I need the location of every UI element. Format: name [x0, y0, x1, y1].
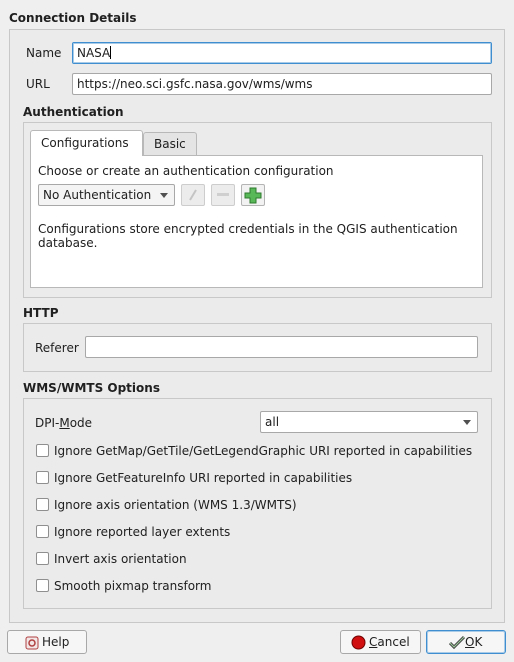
- chevron-down-icon: [463, 420, 471, 425]
- checkmark-icon: [449, 635, 465, 650]
- help-button[interactable]: Help: [7, 630, 87, 654]
- ok-label: OK: [465, 635, 483, 649]
- tab-basic[interactable]: Basic: [143, 132, 197, 155]
- url-input[interactable]: https://neo.sci.gsfc.nasa.gov/wms/wms: [72, 73, 492, 95]
- connection-details-title: Connection Details: [9, 11, 137, 25]
- cancel-button[interactable]: Cancel: [340, 630, 421, 654]
- help-icon: [25, 636, 39, 650]
- text-caret: [110, 46, 112, 59]
- url-label: URL: [26, 77, 50, 91]
- ignore-axis-orientation-checkbox[interactable]: [36, 498, 49, 511]
- dpi-mode-label: DPI-Mode: [35, 416, 93, 430]
- referer-input[interactable]: [85, 336, 478, 358]
- ok-button[interactable]: OK: [426, 630, 506, 654]
- cancel-label: Cancel: [369, 635, 410, 649]
- auth-choose-text: Choose or create an authentication confi…: [38, 164, 334, 178]
- ignore-getfeatureinfo-checkbox[interactable]: [36, 471, 49, 484]
- remove-icon: [217, 193, 229, 196]
- auth-config-select[interactable]: No Authentication: [38, 184, 175, 206]
- ignore-axis-orientation-label: Ignore axis orientation (WMS 1.3/WMTS): [54, 498, 297, 512]
- ignore-getfeatureinfo-label: Ignore GetFeatureInfo URI reported in ca…: [54, 471, 353, 485]
- cancel-icon: [351, 635, 366, 650]
- pencil-icon: [189, 189, 197, 201]
- add-config-button[interactable]: [241, 184, 265, 206]
- authentication-title: Authentication: [23, 105, 124, 119]
- dpi-mode-select[interactable]: all: [260, 411, 478, 433]
- auth-info-text: Configurations store encrypted credentia…: [38, 222, 458, 250]
- ignore-layer-extents-label: Ignore reported layer extents: [54, 525, 231, 539]
- invert-axis-orientation-checkbox[interactable]: [36, 552, 49, 565]
- remove-config-button[interactable]: [211, 184, 235, 206]
- referer-label: Referer: [35, 341, 79, 355]
- add-icon: [244, 187, 262, 204]
- http-title: HTTP: [23, 306, 59, 320]
- smooth-pixmap-label: Smooth pixmap transform: [54, 579, 212, 593]
- invert-axis-orientation-label: Invert axis orientation: [54, 552, 187, 566]
- ignore-getmap-label: Ignore GetMap/GetTile/GetLegendGraphic U…: [54, 444, 473, 458]
- name-input-value: NASA: [77, 46, 111, 60]
- chevron-down-icon: [160, 193, 168, 198]
- help-label: Help: [42, 635, 70, 649]
- ignore-layer-extents-checkbox[interactable]: [36, 525, 49, 538]
- tab-configurations[interactable]: Configurations: [30, 130, 143, 156]
- ignore-getmap-checkbox[interactable]: [36, 444, 49, 457]
- name-input[interactable]: NASA: [72, 42, 492, 64]
- auth-config-value: No Authentication: [43, 188, 152, 202]
- edit-config-button[interactable]: [181, 184, 205, 206]
- name-label: Name: [26, 46, 62, 60]
- smooth-pixmap-checkbox[interactable]: [36, 579, 49, 592]
- dpi-mode-value: all: [265, 415, 280, 429]
- wms-options-title: WMS/WMTS Options: [23, 381, 160, 395]
